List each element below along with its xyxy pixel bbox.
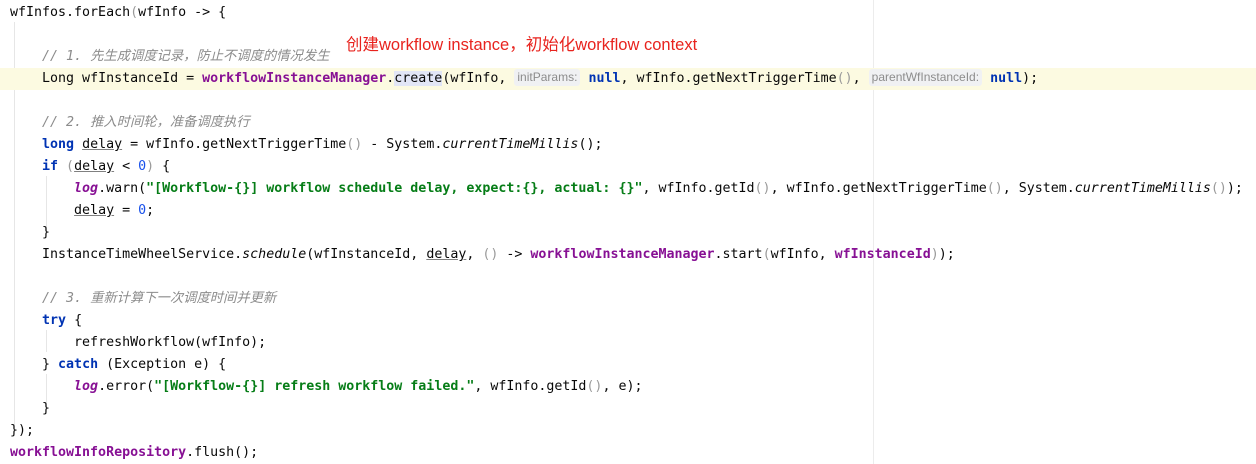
code-token: InstanceTimeWheelService. xyxy=(42,247,243,262)
code-line-1[interactable]: wfInfos.forEach(wfInfo -> { xyxy=(0,2,1256,24)
code-token: -> xyxy=(498,247,531,262)
red-annotation-text: 创建workflow instance，初始化workflow context xyxy=(346,36,698,54)
code-token: , wfInfo.getId xyxy=(642,181,755,196)
code-token: catch xyxy=(58,357,99,372)
code-line-16[interactable]: refreshWorkflow(wfInfo); xyxy=(0,332,1256,354)
code-line-9[interactable]: log.warn("[Workflow-{}] workflow schedul… xyxy=(0,178,1256,200)
code-line-14[interactable]: // 3. 重新计算下一次调度时间并更新 xyxy=(0,288,1256,310)
code-token: delay xyxy=(74,159,115,174)
code-token: = wfInfo.getNextTriggerTime xyxy=(122,137,347,152)
code-token: { xyxy=(218,5,227,20)
code-token: = xyxy=(114,203,139,218)
code-token: (); xyxy=(578,137,603,152)
code-token: wfInfos.forEach xyxy=(10,5,131,20)
code-token: wfInstanceId xyxy=(834,247,931,262)
code-comment: // 2. 推入时间轮，准备调度执行 xyxy=(42,115,250,130)
code-line-10[interactable]: delay = 0; xyxy=(0,200,1256,222)
code-line-6[interactable]: // 2. 推入时间轮，准备调度执行 xyxy=(0,112,1256,134)
code-token: () xyxy=(482,247,499,262)
code-token: } xyxy=(42,357,59,372)
code-token: .error( xyxy=(98,379,155,394)
code-token: () xyxy=(836,71,853,86)
code-token: () xyxy=(1210,181,1227,196)
code-token: () xyxy=(986,181,1003,196)
code-token: { xyxy=(66,313,83,328)
code-line-15[interactable]: try { xyxy=(0,310,1256,332)
code-line-20[interactable]: }); xyxy=(0,420,1256,442)
code-token: null xyxy=(990,71,1023,86)
code-token: , wfInfo.getId xyxy=(474,379,587,394)
code-token: delay xyxy=(74,203,115,218)
code-token: 0 xyxy=(138,159,147,174)
code-token: , System. xyxy=(1002,181,1075,196)
code-token: } xyxy=(42,225,51,240)
code-line-19[interactable]: } xyxy=(0,398,1256,420)
code-token: (Exception e) { xyxy=(98,357,227,372)
code-string: "[Workflow-{}] refresh workflow failed." xyxy=(154,379,475,394)
code-token: () xyxy=(754,181,771,196)
code-token-highlighted: create xyxy=(394,71,443,86)
code-token: log xyxy=(74,181,99,196)
code-token: workflowInfoRepository xyxy=(10,445,187,460)
code-token: ( xyxy=(130,5,139,20)
code-token: ; xyxy=(26,423,35,438)
code-token: 0 xyxy=(138,203,147,218)
code-token: ); xyxy=(1226,181,1243,196)
code-token: ) xyxy=(930,247,939,262)
parameter-hint: initParams: xyxy=(514,69,581,86)
code-token: schedule xyxy=(242,247,307,262)
code-token: delay xyxy=(426,247,467,262)
code-token: < xyxy=(114,159,139,174)
code-token: , wfInfo.getNextTriggerTime xyxy=(620,71,837,86)
code-line-18[interactable]: log.error("[Workflow-{}] refresh workflo… xyxy=(0,376,1256,398)
code-token: () xyxy=(346,137,363,152)
code-token: log xyxy=(74,379,99,394)
code-line-17[interactable]: } catch (Exception e) { xyxy=(0,354,1256,376)
code-token: currentTimeMillis xyxy=(442,137,579,152)
code-token: ( xyxy=(58,159,75,174)
code-line-8[interactable]: if (delay < 0) { xyxy=(0,156,1256,178)
code-token: .flush(); xyxy=(186,445,259,460)
code-token: { xyxy=(162,159,171,174)
code-token: , xyxy=(852,71,861,86)
code-token: delay xyxy=(82,137,123,152)
code-token: ; xyxy=(146,203,155,218)
code-line-21[interactable]: workflowInfoRepository.flush(); xyxy=(0,442,1256,464)
code-line-7[interactable]: long delay = wfInfo.getNextTriggerTime()… xyxy=(0,134,1256,156)
code-token: ) xyxy=(146,159,163,174)
code-token: Long wfInstanceId = xyxy=(42,71,203,86)
code-token: refreshWorkflow(wfInfo); xyxy=(74,335,267,350)
code-token: .warn( xyxy=(98,181,147,196)
code-line-4-current[interactable]: Long wfInstanceId = workflowInstanceMana… xyxy=(0,68,1256,90)
code-token: long xyxy=(42,137,75,152)
code-line-11[interactable]: } xyxy=(0,222,1256,244)
code-token: null xyxy=(588,71,621,86)
code-token: workflowInstanceManager xyxy=(530,247,715,262)
code-token: wfInfo, xyxy=(770,247,835,262)
code-token: (wfInstanceId, xyxy=(306,247,427,262)
code-comment: // 1. 先生成调度记录，防止不调度的情况发生 xyxy=(42,49,330,64)
code-token: () xyxy=(586,379,603,394)
code-token: (wfInfo, xyxy=(442,71,507,86)
code-token: try xyxy=(42,313,67,328)
parameter-hint: parentWfInstanceId: xyxy=(868,69,983,86)
code-string: "[Workflow-{}] workflow schedule delay, … xyxy=(146,181,643,196)
code-token: ); xyxy=(938,247,955,262)
code-editor[interactable]: wfInfos.forEach(wfInfo -> { // 1. 先生成调度记… xyxy=(0,0,1256,464)
code-token: } xyxy=(42,401,51,416)
code-token: wfInfo -> xyxy=(138,5,219,20)
code-token: }) xyxy=(10,423,27,438)
code-token: , wfInfo.getNextTriggerTime xyxy=(770,181,987,196)
code-line-12[interactable]: InstanceTimeWheelService.schedule(wfInst… xyxy=(0,244,1256,266)
code-token: , xyxy=(466,247,483,262)
code-token: .start xyxy=(714,247,763,262)
code-token: if xyxy=(42,159,59,174)
code-token: - System. xyxy=(362,137,443,152)
code-token: ); xyxy=(1022,71,1039,86)
code-comment: // 3. 重新计算下一次调度时间并更新 xyxy=(42,291,277,306)
code-token: , e); xyxy=(602,379,643,394)
code-token: workflowInstanceManager xyxy=(202,71,387,86)
code-token: currentTimeMillis xyxy=(1074,181,1211,196)
code-token: ( xyxy=(762,247,771,262)
